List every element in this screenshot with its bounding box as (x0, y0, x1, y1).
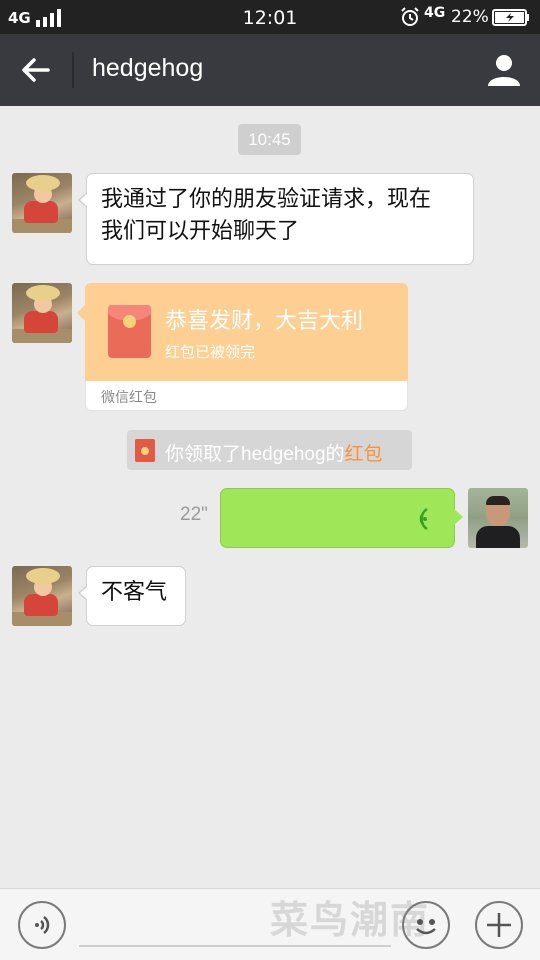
contact-avatar[interactable] (12, 283, 72, 343)
system-message: 你领取了hedgehog的红包 (127, 430, 412, 470)
system-message-prefix: 你领取了hedgehog的 (165, 444, 345, 465)
contact-avatar[interactable] (12, 173, 72, 233)
system-message-text: 你领取了hedgehog的红包 (165, 439, 383, 466)
message-text-line: 我们可以开始聊天了 (101, 219, 300, 244)
chat-title: hedgehog (92, 54, 204, 82)
status-bar: 4G 12:01 4G 22% (0, 0, 540, 34)
red-packet-source: 微信红包 (101, 390, 157, 406)
voice-duration: 22" (180, 504, 208, 525)
input-bar: 菜鸟潮南 (0, 888, 540, 960)
message-bubble[interactable]: 不客气 (78, 566, 186, 626)
battery-percent: 22% (451, 7, 489, 27)
network-type-2: 4G (424, 5, 446, 21)
voice-message-bubble[interactable] (220, 488, 463, 548)
red-packet-body: 恭喜发财，大吉大利 红包已被领完 (85, 283, 408, 381)
red-packet-greeting: 恭喜发财，大吉大利 (165, 309, 364, 334)
red-packet-status: 红包已被领完 (165, 343, 256, 361)
contact-avatar[interactable] (12, 566, 72, 626)
alarm-icon (401, 7, 419, 26)
voice-wave-icon (419, 507, 428, 531)
red-packet-message[interactable]: 恭喜发财，大吉大利 红包已被领完 微信红包 (77, 283, 408, 411)
red-packet-footer: 微信红包 (85, 381, 408, 411)
my-avatar[interactable] (468, 488, 528, 548)
emoji-icon[interactable] (402, 901, 450, 949)
message-text-line: 我通过了你的朋友验证请求，现在 (101, 187, 432, 212)
red-envelope-icon (135, 439, 155, 462)
message-input[interactable] (79, 945, 391, 947)
nav-bar: hedgehog (0, 34, 540, 106)
battery-icon (492, 9, 529, 26)
plus-icon[interactable] (475, 901, 523, 949)
back-arrow-icon[interactable] (20, 54, 52, 86)
message-text: 不客气 (101, 580, 168, 605)
nav-divider (72, 52, 74, 88)
voice-input-icon[interactable] (18, 901, 66, 949)
message-bubble[interactable]: 我通过了你的朋友验证请求，现在 我们可以开始聊天了 (78, 173, 474, 265)
chat-timestamp: 10:45 (238, 124, 301, 155)
red-envelope-icon (108, 305, 151, 358)
profile-icon[interactable] (486, 52, 522, 88)
red-packet-link[interactable]: 红包 (345, 444, 383, 465)
